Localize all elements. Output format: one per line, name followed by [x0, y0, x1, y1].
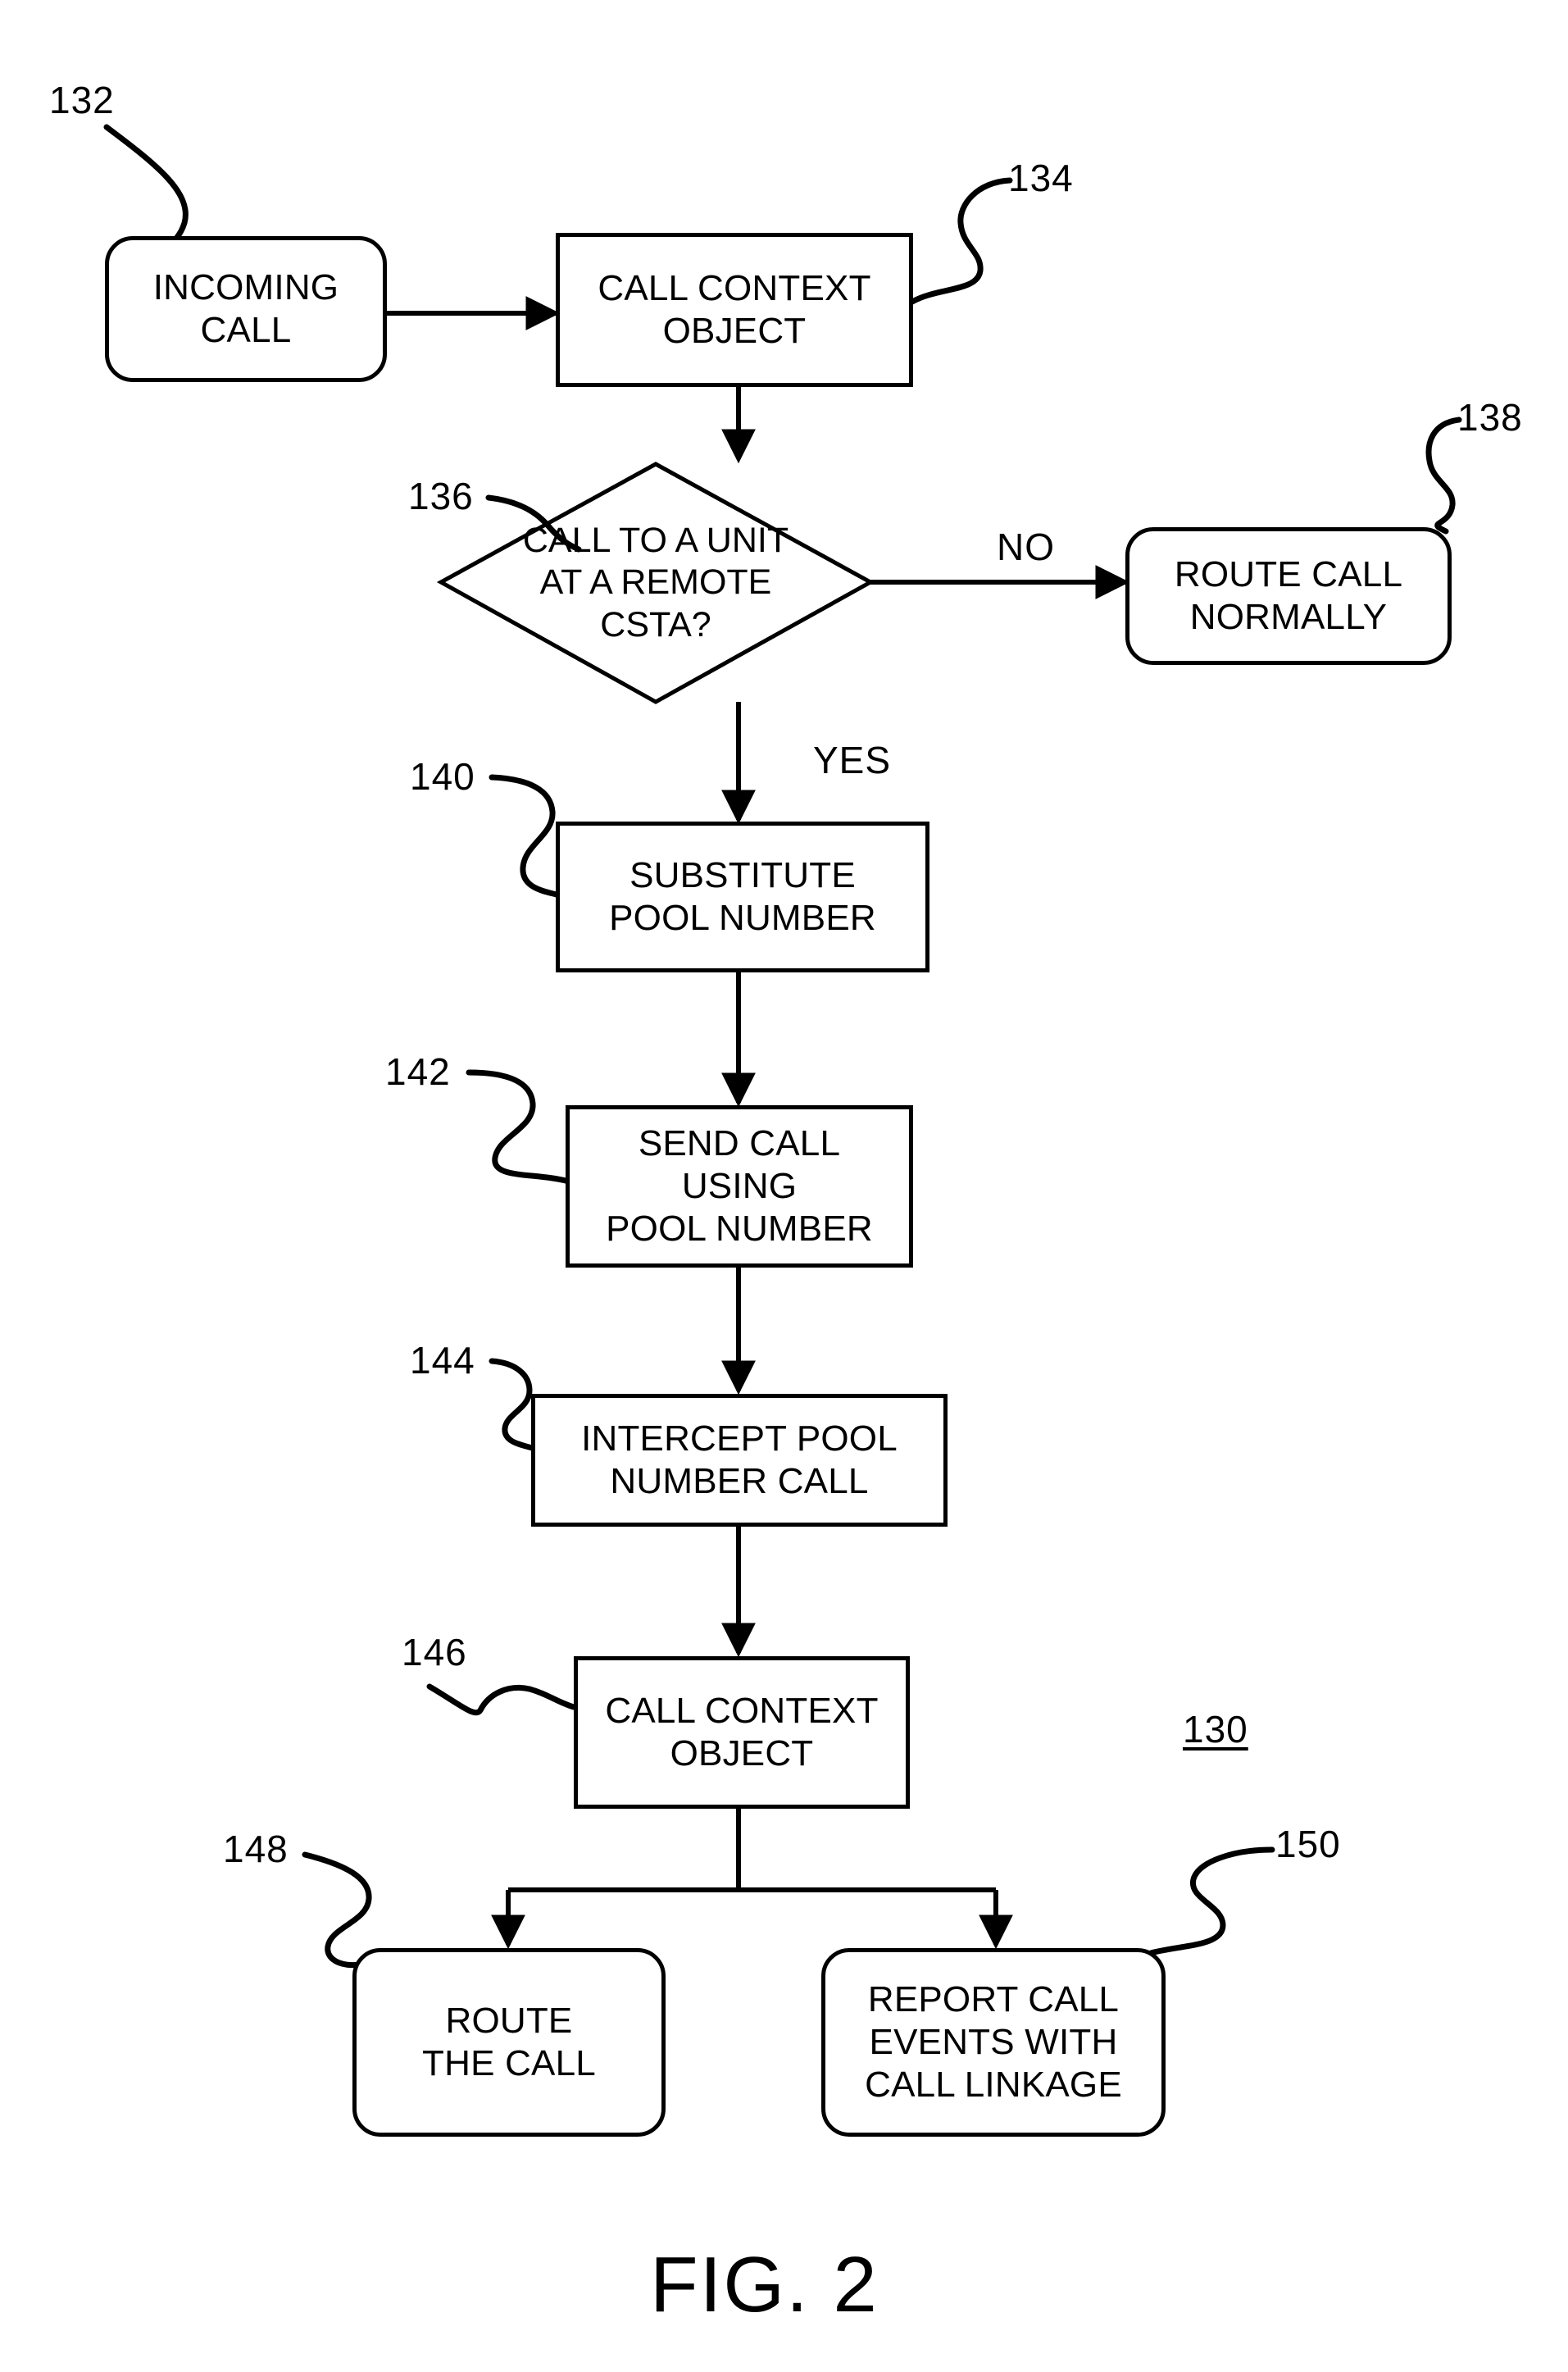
leader-line-142	[466, 1069, 569, 1184]
node-substitute-pool-number-label: SUBSTITUTE POOL NUMBER	[609, 855, 876, 938]
leader-line-134	[909, 177, 1013, 305]
ref-numeral-146: 146	[402, 1631, 467, 1673]
node-call-context-object-top[interactable]: CALL CONTEXT OBJECT	[556, 233, 913, 387]
leader-line-148	[302, 1851, 382, 1969]
ref-numeral-144: 144	[410, 1339, 475, 1382]
patent-figure: INCOMING CALL CALL CONTEXT OBJECT CALL T…	[0, 0, 1568, 2372]
ref-numeral-130: 130	[1183, 1708, 1248, 1751]
ref-numeral-142: 142	[385, 1050, 451, 1093]
node-substitute-pool-number[interactable]: SUBSTITUTE POOL NUMBER	[556, 822, 929, 972]
node-decision-label: CALL TO A UNIT AT A REMOTE CSTA?	[522, 520, 789, 644]
ref-numeral-140: 140	[410, 755, 475, 798]
node-incoming-call[interactable]: INCOMING CALL	[105, 236, 387, 382]
ref-numeral-134: 134	[1008, 157, 1074, 199]
node-call-context-object-top-label: CALL CONTEXT OBJECT	[598, 268, 871, 351]
leader-line-146	[426, 1683, 577, 1716]
ref-numeral-138: 138	[1457, 396, 1523, 439]
node-call-context-object-bottom[interactable]: CALL CONTEXT OBJECT	[574, 1656, 910, 1809]
node-intercept-pool-number-call-label: INTERCEPT POOL NUMBER CALL	[581, 1418, 898, 1501]
node-route-call-normally-label: ROUTE CALL NORMALLY	[1174, 554, 1403, 637]
node-incoming-call-label: INCOMING CALL	[152, 267, 339, 350]
node-intercept-pool-number-call[interactable]: INTERCEPT POOL NUMBER CALL	[531, 1394, 948, 1527]
node-route-the-call-label: ROUTE THE CALL	[422, 2001, 596, 2083]
branch-label-no: NO	[997, 526, 1055, 568]
figure-caption: FIG. 2	[650, 2241, 879, 2329]
ref-numeral-136: 136	[408, 475, 474, 517]
leader-line-140	[489, 774, 562, 899]
node-report-call-events-label: REPORT CALL EVENTS WITH CALL LINKAGE	[865, 1979, 1122, 2105]
node-send-call-using-pool-number[interactable]: SEND CALL USING POOL NUMBER	[566, 1105, 913, 1268]
leader-line-150	[1148, 1846, 1275, 1956]
branch-label-yes: YES	[813, 739, 892, 781]
node-report-call-events[interactable]: REPORT CALL EVENTS WITH CALL LINKAGE	[821, 1948, 1166, 2137]
node-decision-remote-csta[interactable]: CALL TO A UNIT AT A REMOTE CSTA?	[441, 464, 870, 702]
node-route-call-normally[interactable]: ROUTE CALL NORMALLY	[1125, 527, 1452, 665]
ref-numeral-150: 150	[1275, 1823, 1341, 1865]
node-call-context-object-bottom-label: CALL CONTEXT OBJECT	[605, 1691, 879, 1773]
ref-numeral-132: 132	[49, 79, 115, 121]
leader-line-138	[1425, 417, 1462, 535]
node-send-call-using-pool-number-label: SEND CALL USING POOL NUMBER	[606, 1123, 873, 1249]
ref-numeral-148: 148	[223, 1828, 289, 1870]
node-route-the-call[interactable]: ROUTE THE CALL	[352, 1948, 666, 2137]
